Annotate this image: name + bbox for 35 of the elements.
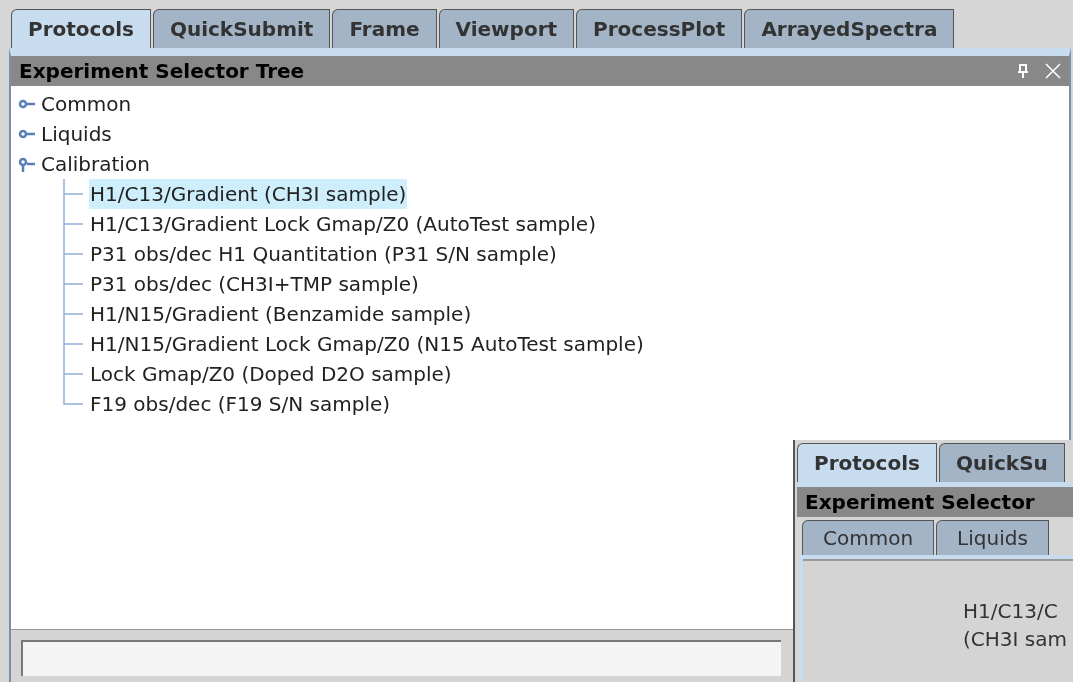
tree-leaf[interactable]: H1/N15/Gradient Lock Gmap/Z0 (N15 AutoTest sample) [89,329,645,359]
tree-leaf[interactable]: F19 obs/dec (F19 S/N sample) [89,389,392,419]
tree-node[interactable]: Liquids [41,119,112,149]
tree-leaf[interactable]: Lock Gmap/Z0 (Doped D2O sample) [89,359,453,389]
panel-title: Experiment Selector Tree [19,58,305,85]
tab[interactable]: QuickSu [938,443,1065,482]
tree-connector-icon [63,329,83,359]
tab[interactable]: Liquids [936,520,1049,555]
tree-node[interactable]: Common [41,89,132,119]
tab[interactable]: QuickSubmit [152,9,331,48]
tree-leaf[interactable]: P31 obs/dec H1 Quantitation (P31 S/N sample) [89,239,558,269]
tree-connector-icon [63,299,83,329]
tab[interactable]: Viewport [438,9,575,48]
protocol-text: H1/C13/C [963,598,1059,625]
tab[interactable]: Protocols [11,9,151,48]
protocol-text: (CH3I sam [963,626,1068,653]
tree-connector-icon [63,179,83,209]
tree-leaf[interactable]: H1/C13/Gradient Lock Gmap/Z0 (AutoTest sample) [89,209,597,239]
tab[interactable]: Frame [332,9,437,48]
tab[interactable]: ArrayedSpectra [744,9,955,48]
tree-connector-icon [63,209,83,239]
tree-leaf[interactable]: P31 obs/dec (CH3I+TMP sample) [89,269,420,299]
tree-leaf[interactable]: H1/C13/Gradient (CH3I sample) [89,179,408,209]
tab[interactable]: Protocols [797,443,937,482]
tree-connector-icon [63,239,83,269]
tree-leaf[interactable]: H1/N15/Gradient (Benzamide sample) [89,299,473,329]
tab[interactable]: ProcessPlot [576,9,743,48]
input-field[interactable] [21,640,781,676]
tree-node[interactable]: Calibration [41,149,150,179]
close-icon[interactable] [1045,63,1061,79]
expanded-node-icon[interactable] [17,156,37,172]
tree-connector-icon [63,269,83,299]
tab[interactable]: Common [802,520,935,555]
pin-icon[interactable] [1017,64,1029,78]
panel-title: Experiment Selector [805,489,1035,516]
